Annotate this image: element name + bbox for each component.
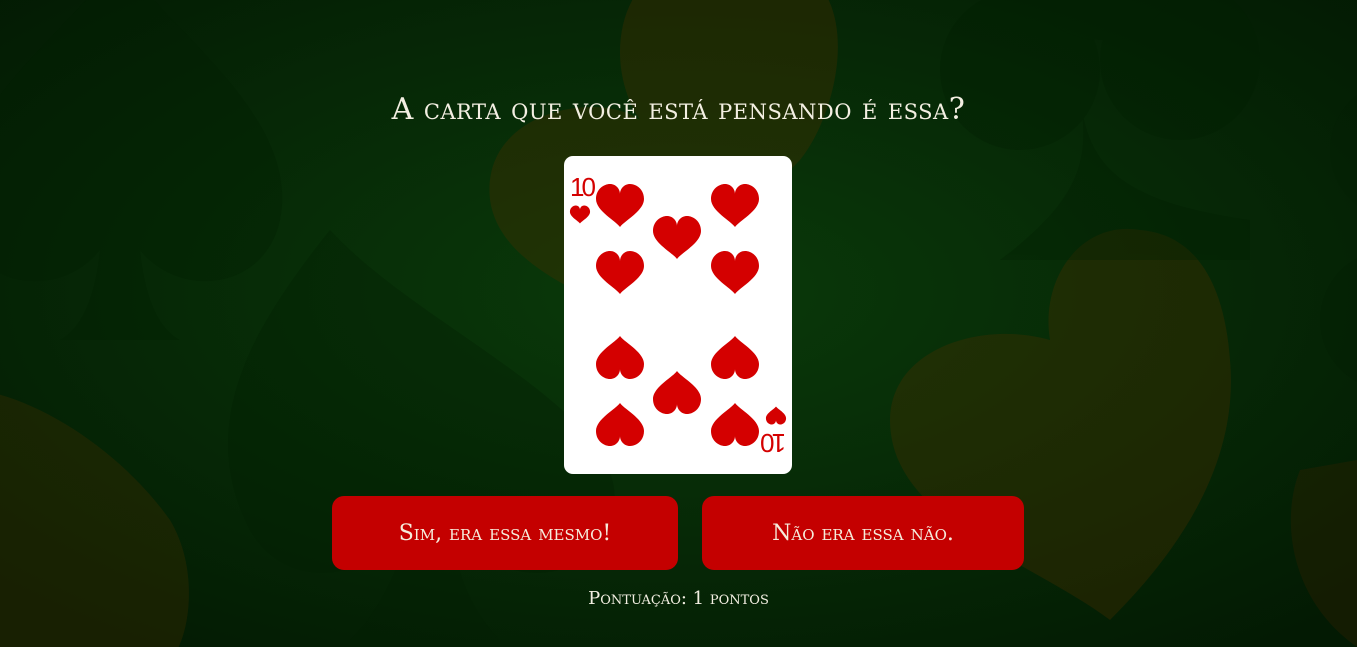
heart-pip-icon (711, 336, 759, 379)
svg-text:10: 10 (570, 172, 595, 202)
heart-pip-icon (596, 251, 644, 294)
heart-pip-icon (711, 403, 759, 446)
no-button[interactable]: Não era essa não. (702, 496, 1024, 570)
heart-pip-icon (711, 251, 759, 294)
score-text: Pontuação: 1 pontos (588, 588, 769, 609)
heart-pip-icon (653, 216, 701, 259)
small-heart-icon (569, 205, 591, 224)
heart-pip-icon (711, 184, 759, 227)
card-rank-top: 10 (569, 172, 598, 224)
heart-pip-icon (596, 336, 644, 379)
playing-card-ten-of-hearts: 10 10 (564, 156, 792, 474)
question-title: A carta que você está pensando é essa? (391, 92, 966, 127)
heart-pip-icon (596, 403, 644, 446)
small-heart-icon (765, 406, 787, 425)
svg-text:10: 10 (761, 428, 786, 458)
card-rank-bottom: 10 (761, 406, 787, 458)
heart-pip-icon (596, 184, 644, 227)
heart-pip-icon (653, 371, 701, 414)
yes-button[interactable]: Sim, era essa mesmo! (332, 496, 678, 570)
